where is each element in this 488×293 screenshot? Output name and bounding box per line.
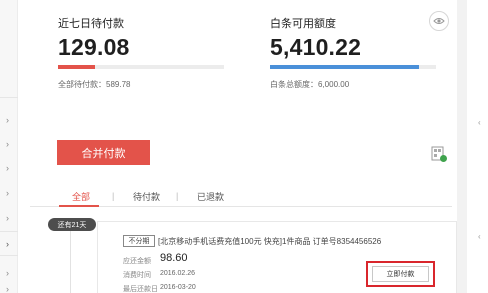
week-due-title: 近七日待付款 bbox=[58, 18, 124, 30]
amount-label: 应还金额 bbox=[123, 258, 151, 265]
chevron-right-icon[interactable]: › bbox=[6, 213, 14, 223]
date-label: 消费时间 bbox=[123, 272, 151, 279]
due-days-badge: 还有21天 bbox=[48, 218, 96, 231]
credit-total: 白条总额度：6,000.00 bbox=[270, 80, 350, 89]
chevron-right-icon[interactable]: › bbox=[6, 139, 14, 149]
page-gutter bbox=[457, 0, 467, 293]
week-due-total: 全部待付款：589.78 bbox=[58, 80, 131, 89]
chevron-right-icon[interactable]: › bbox=[6, 284, 14, 293]
date-value: 2016.02.26 bbox=[160, 270, 196, 277]
qr-icon[interactable] bbox=[431, 146, 448, 163]
due-date-label: 最后还款日 bbox=[123, 286, 158, 293]
right-panel-mark: ‹ bbox=[478, 118, 481, 127]
week-due-progress bbox=[58, 65, 224, 69]
tab-pending[interactable]: 待付款 bbox=[133, 190, 160, 203]
tab-refunded[interactable]: 已退款 bbox=[197, 190, 224, 203]
credit-amount: 5,410.22 bbox=[270, 34, 362, 60]
tab-separator: | bbox=[112, 191, 115, 201]
sidebar-divider bbox=[0, 97, 18, 98]
amount-value: 98.60 bbox=[160, 252, 188, 264]
active-tab-indicator bbox=[59, 205, 99, 207]
week-due-amount: 129.08 bbox=[58, 34, 130, 60]
chevron-right-icon[interactable]: › bbox=[6, 115, 14, 125]
sidebar: › › › › › › › › bbox=[0, 0, 18, 293]
chevron-right-icon[interactable]: › bbox=[6, 239, 14, 249]
credit-progress bbox=[270, 65, 436, 69]
right-panel bbox=[467, 0, 488, 293]
tab-separator: | bbox=[176, 191, 179, 201]
tab-all[interactable]: 全部 bbox=[72, 190, 90, 203]
merge-pay-button[interactable]: 合并付款 bbox=[57, 140, 150, 165]
chevron-right-icon[interactable]: › bbox=[6, 268, 14, 278]
credit-progress-fill bbox=[270, 65, 420, 69]
week-due-progress-fill bbox=[58, 65, 95, 69]
chevron-right-icon[interactable]: › bbox=[6, 188, 14, 198]
eye-icon[interactable] bbox=[429, 11, 449, 31]
sidebar-divider bbox=[0, 255, 18, 256]
installment-tag: 不分期 bbox=[123, 235, 155, 247]
sidebar-divider bbox=[0, 231, 18, 232]
right-panel-mark: ‹ bbox=[478, 232, 481, 241]
pay-now-button[interactable]: 立即付款 bbox=[372, 266, 429, 282]
order-title[interactable]: [北京移动手机话费充值100元 快充]1件商品 订单号8354456526 bbox=[158, 236, 381, 247]
due-date-value: 2016-03-20 bbox=[160, 284, 196, 291]
credit-title: 白条可用额度 bbox=[270, 18, 336, 30]
chevron-right-icon[interactable]: › bbox=[6, 163, 14, 173]
timeline-line bbox=[70, 228, 71, 293]
